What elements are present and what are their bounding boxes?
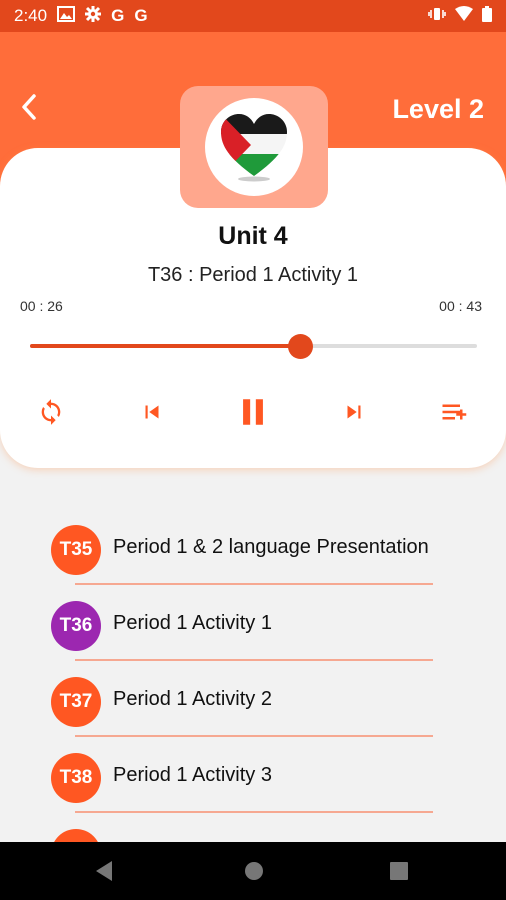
palestine-heart-icon (205, 98, 303, 196)
divider (75, 735, 433, 737)
total-time: 00 : 43 (439, 298, 482, 314)
back-button[interactable] (12, 90, 46, 124)
list-item[interactable]: T38 Period 1 Activity 3 (0, 748, 506, 824)
track-label: Period 1 Activity 2 (113, 688, 272, 710)
unit-title: Unit 4 (218, 222, 288, 250)
navigation-bar (0, 842, 506, 900)
wifi-icon (455, 6, 473, 26)
track-label: Period 1 Activity 1 (113, 612, 272, 634)
previous-button[interactable] (132, 392, 172, 432)
circle-home-icon (245, 862, 263, 880)
list-item[interactable]: T37 Period 1 Activity 2 (0, 672, 506, 748)
track-code-badge: T37 (51, 677, 101, 727)
track-code-badge: T35 (51, 525, 101, 575)
divider (75, 659, 433, 661)
pause-icon (243, 399, 263, 425)
skip-next-icon (347, 405, 361, 419)
repeat-icon (41, 399, 61, 425)
gear-icon (85, 5, 102, 27)
image-icon (57, 5, 76, 27)
vibrate-icon (428, 6, 446, 27)
playlist-add-button[interactable] (435, 392, 475, 432)
track-label: Period 1 Activity 3 (113, 764, 272, 786)
list-item-active[interactable]: T36 Period 1 Activity 1 (0, 596, 506, 672)
track-title: T36 : Period 1 Activity 1 (147, 264, 359, 286)
progress-fill (30, 344, 301, 348)
divider (75, 583, 433, 585)
nav-recents-button[interactable] (390, 862, 408, 885)
playback-controls (0, 392, 506, 432)
google-icon: G (134, 6, 148, 25)
status-time: 2:40 (14, 6, 48, 25)
level-label: Level 2 (392, 94, 484, 124)
next-button[interactable] (334, 392, 374, 432)
repeat-button[interactable] (31, 392, 71, 432)
nav-home-button[interactable] (244, 861, 264, 886)
track-code-badge: T36 (51, 601, 101, 651)
list-item[interactable]: T35 Period 1 & 2 language Presentation (0, 520, 506, 596)
progress-slider[interactable] (30, 334, 477, 359)
status-bar: 2:40 G G (0, 0, 506, 32)
battery-icon (482, 5, 492, 27)
skip-previous-icon (145, 405, 159, 419)
triangle-back-icon (96, 861, 112, 881)
divider (75, 811, 433, 813)
nav-back-button[interactable] (94, 860, 114, 887)
album-cover (180, 86, 328, 208)
back-arrow-icon (22, 94, 36, 120)
pause-button[interactable] (233, 392, 273, 432)
playlist-add-icon (442, 404, 467, 420)
elapsed-time: 00 : 26 (20, 298, 63, 314)
google-icon: G (111, 6, 125, 25)
square-recents-icon (390, 862, 408, 880)
track-label: Period 1 & 2 language Presentation (113, 536, 429, 558)
track-code-badge: T38 (51, 753, 101, 803)
